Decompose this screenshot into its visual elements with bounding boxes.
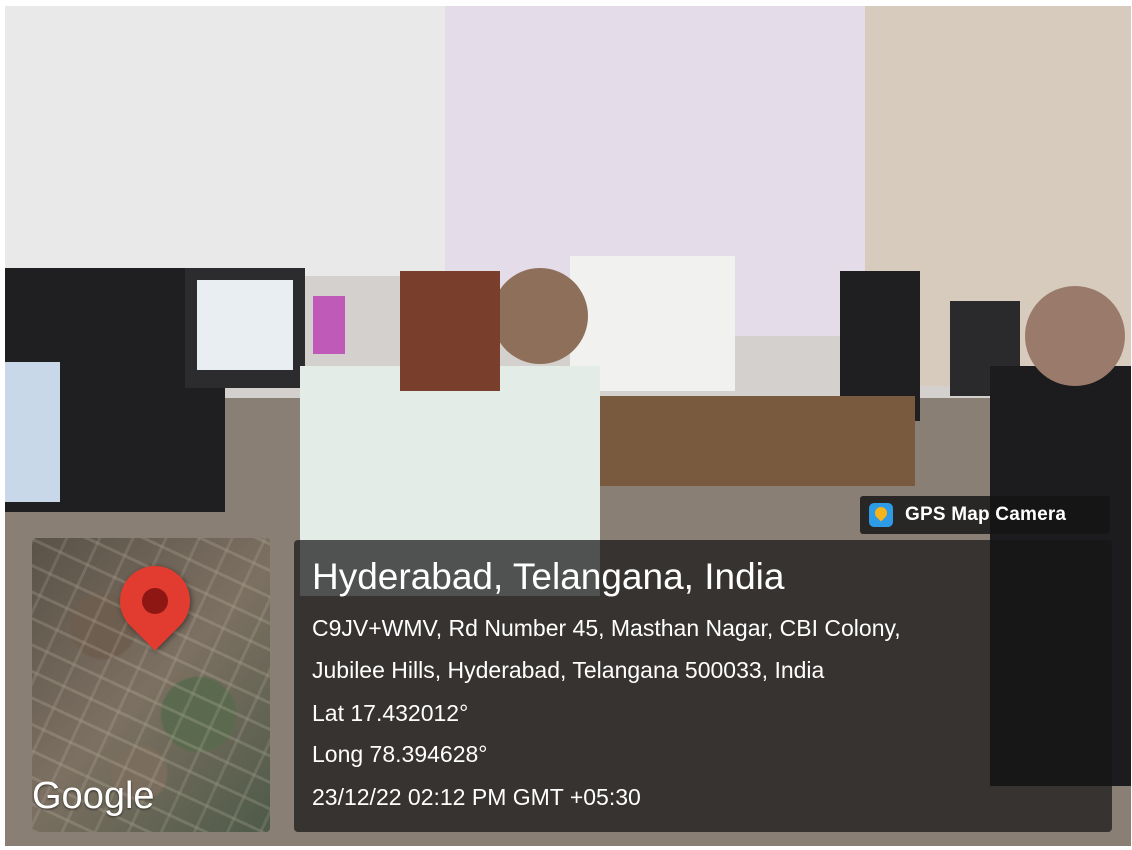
purple-bottle bbox=[313, 296, 345, 354]
backpack bbox=[400, 271, 500, 391]
person-head bbox=[492, 268, 588, 364]
photo-frame: GPS Map Camera Google Hyderabad, Telanga… bbox=[0, 0, 1132, 850]
badge-label: GPS Map Camera bbox=[905, 504, 1067, 525]
latitude-text: Lat 17.432012° bbox=[312, 700, 469, 726]
google-logo: Google bbox=[32, 775, 155, 817]
person-head-right bbox=[1025, 286, 1125, 386]
window bbox=[5, 6, 445, 276]
monitor-screen bbox=[197, 280, 293, 370]
water-bottle bbox=[5, 362, 60, 502]
location-title: Hyderabad, Telangana, India bbox=[312, 556, 785, 597]
location-info-panel: Hyderabad, Telangana, India C9JV+WMV, Rd… bbox=[294, 540, 1112, 832]
datetime-text: 23/12/22 02:12 PM GMT +05:30 bbox=[312, 784, 641, 810]
longitude-text: Long 78.394628° bbox=[312, 741, 488, 767]
gps-map-camera-badge: GPS Map Camera bbox=[860, 496, 1110, 534]
address-line-2: Jubilee Hills, Hyderabad, Telangana 5000… bbox=[312, 657, 825, 683]
gps-map-camera-app-icon bbox=[869, 503, 893, 527]
satellite-map-thumbnail: Google bbox=[32, 538, 270, 832]
address-line-1: C9JV+WMV, Rd Number 45, Masthan Nagar, C… bbox=[312, 615, 901, 641]
